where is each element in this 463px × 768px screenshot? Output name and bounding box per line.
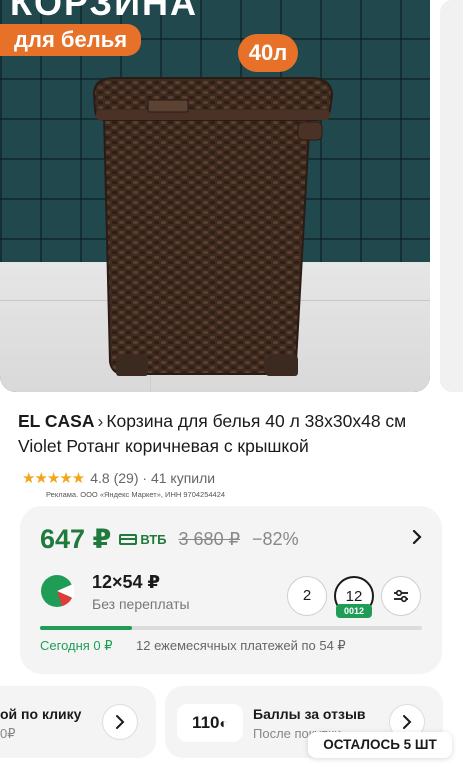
hero-title: КОРЗИНА bbox=[10, 0, 198, 23]
bought-count: · 41 купили bbox=[142, 470, 216, 486]
points-icon: ◐ bbox=[219, 715, 228, 731]
installment-tag: 0012 bbox=[336, 604, 372, 618]
chevron-right-icon bbox=[116, 715, 125, 729]
review-points-title: Баллы за отзыв bbox=[253, 706, 366, 722]
installment-note: Без переплаты bbox=[92, 596, 190, 612]
sliders-icon bbox=[394, 589, 408, 603]
today-payment: Сегодня 0 ₽ bbox=[40, 638, 113, 653]
rating-value: 4.8 bbox=[90, 470, 110, 486]
chevron-right-icon: › bbox=[97, 411, 104, 431]
points-badge: 110◐ bbox=[177, 704, 243, 742]
points-value: 110 bbox=[192, 713, 220, 732]
installment-progress bbox=[40, 626, 422, 630]
basket-illustration bbox=[92, 77, 334, 376]
stock-label: ОСТАЛОСЬ 5 ШТ bbox=[308, 732, 452, 758]
product-title-block: EL CASA › Корзина для белья 40 л 38x30x48 … bbox=[18, 409, 448, 459]
promo-card[interactable]: ой по клику 0₽ bbox=[0, 686, 156, 758]
split-logo-icon bbox=[41, 575, 74, 607]
installment-option-2[interactable]: 2 bbox=[287, 576, 327, 616]
current-price: 647 ₽ bbox=[40, 524, 112, 554]
discount: −82% bbox=[252, 529, 299, 549]
bank-price-tag: ВТБ bbox=[119, 532, 167, 547]
promo-arrow-button[interactable] bbox=[102, 704, 138, 740]
old-price: 3 680 ₽ bbox=[178, 529, 241, 549]
brand-link[interactable]: EL CASA bbox=[18, 411, 95, 431]
bank-label: ВТБ bbox=[140, 532, 167, 547]
installment-amount: 12×54 ₽ bbox=[92, 572, 161, 592]
settings-button[interactable] bbox=[381, 576, 421, 616]
rating-row[interactable]: ★★★★★ 4.8 (29) · 41 купили bbox=[22, 469, 215, 487]
volume-badge: 40л bbox=[238, 34, 298, 72]
next-image-peek[interactable] bbox=[440, 0, 463, 392]
installment-progress-fill bbox=[40, 626, 132, 630]
chevron-right-icon[interactable] bbox=[410, 530, 424, 544]
reviews-count: (29) bbox=[113, 470, 139, 486]
ad-disclaimer: Реклама. ООО «Яндекс Маркет», ИНН 970425… bbox=[46, 490, 226, 499]
card-icon bbox=[119, 534, 138, 545]
star-rating-icon: ★★★★★ bbox=[22, 470, 85, 487]
price-card: 647 ₽ ВТБ 3 680 ₽ −82% 12×54 ₽ Без переп… bbox=[20, 506, 442, 674]
payment-plan: 12 ежемесячных платежей по 54 ₽ bbox=[136, 638, 346, 653]
product-image[interactable]: КОРЗИНА для белья 40л bbox=[0, 0, 430, 392]
price-row[interactable]: 647 ₽ ВТБ 3 680 ₽ −82% bbox=[40, 524, 299, 555]
hero-badge: для белья bbox=[0, 24, 142, 56]
promo-sub: 0₽ bbox=[0, 726, 16, 741]
promo-title: ой по клику bbox=[0, 706, 82, 722]
